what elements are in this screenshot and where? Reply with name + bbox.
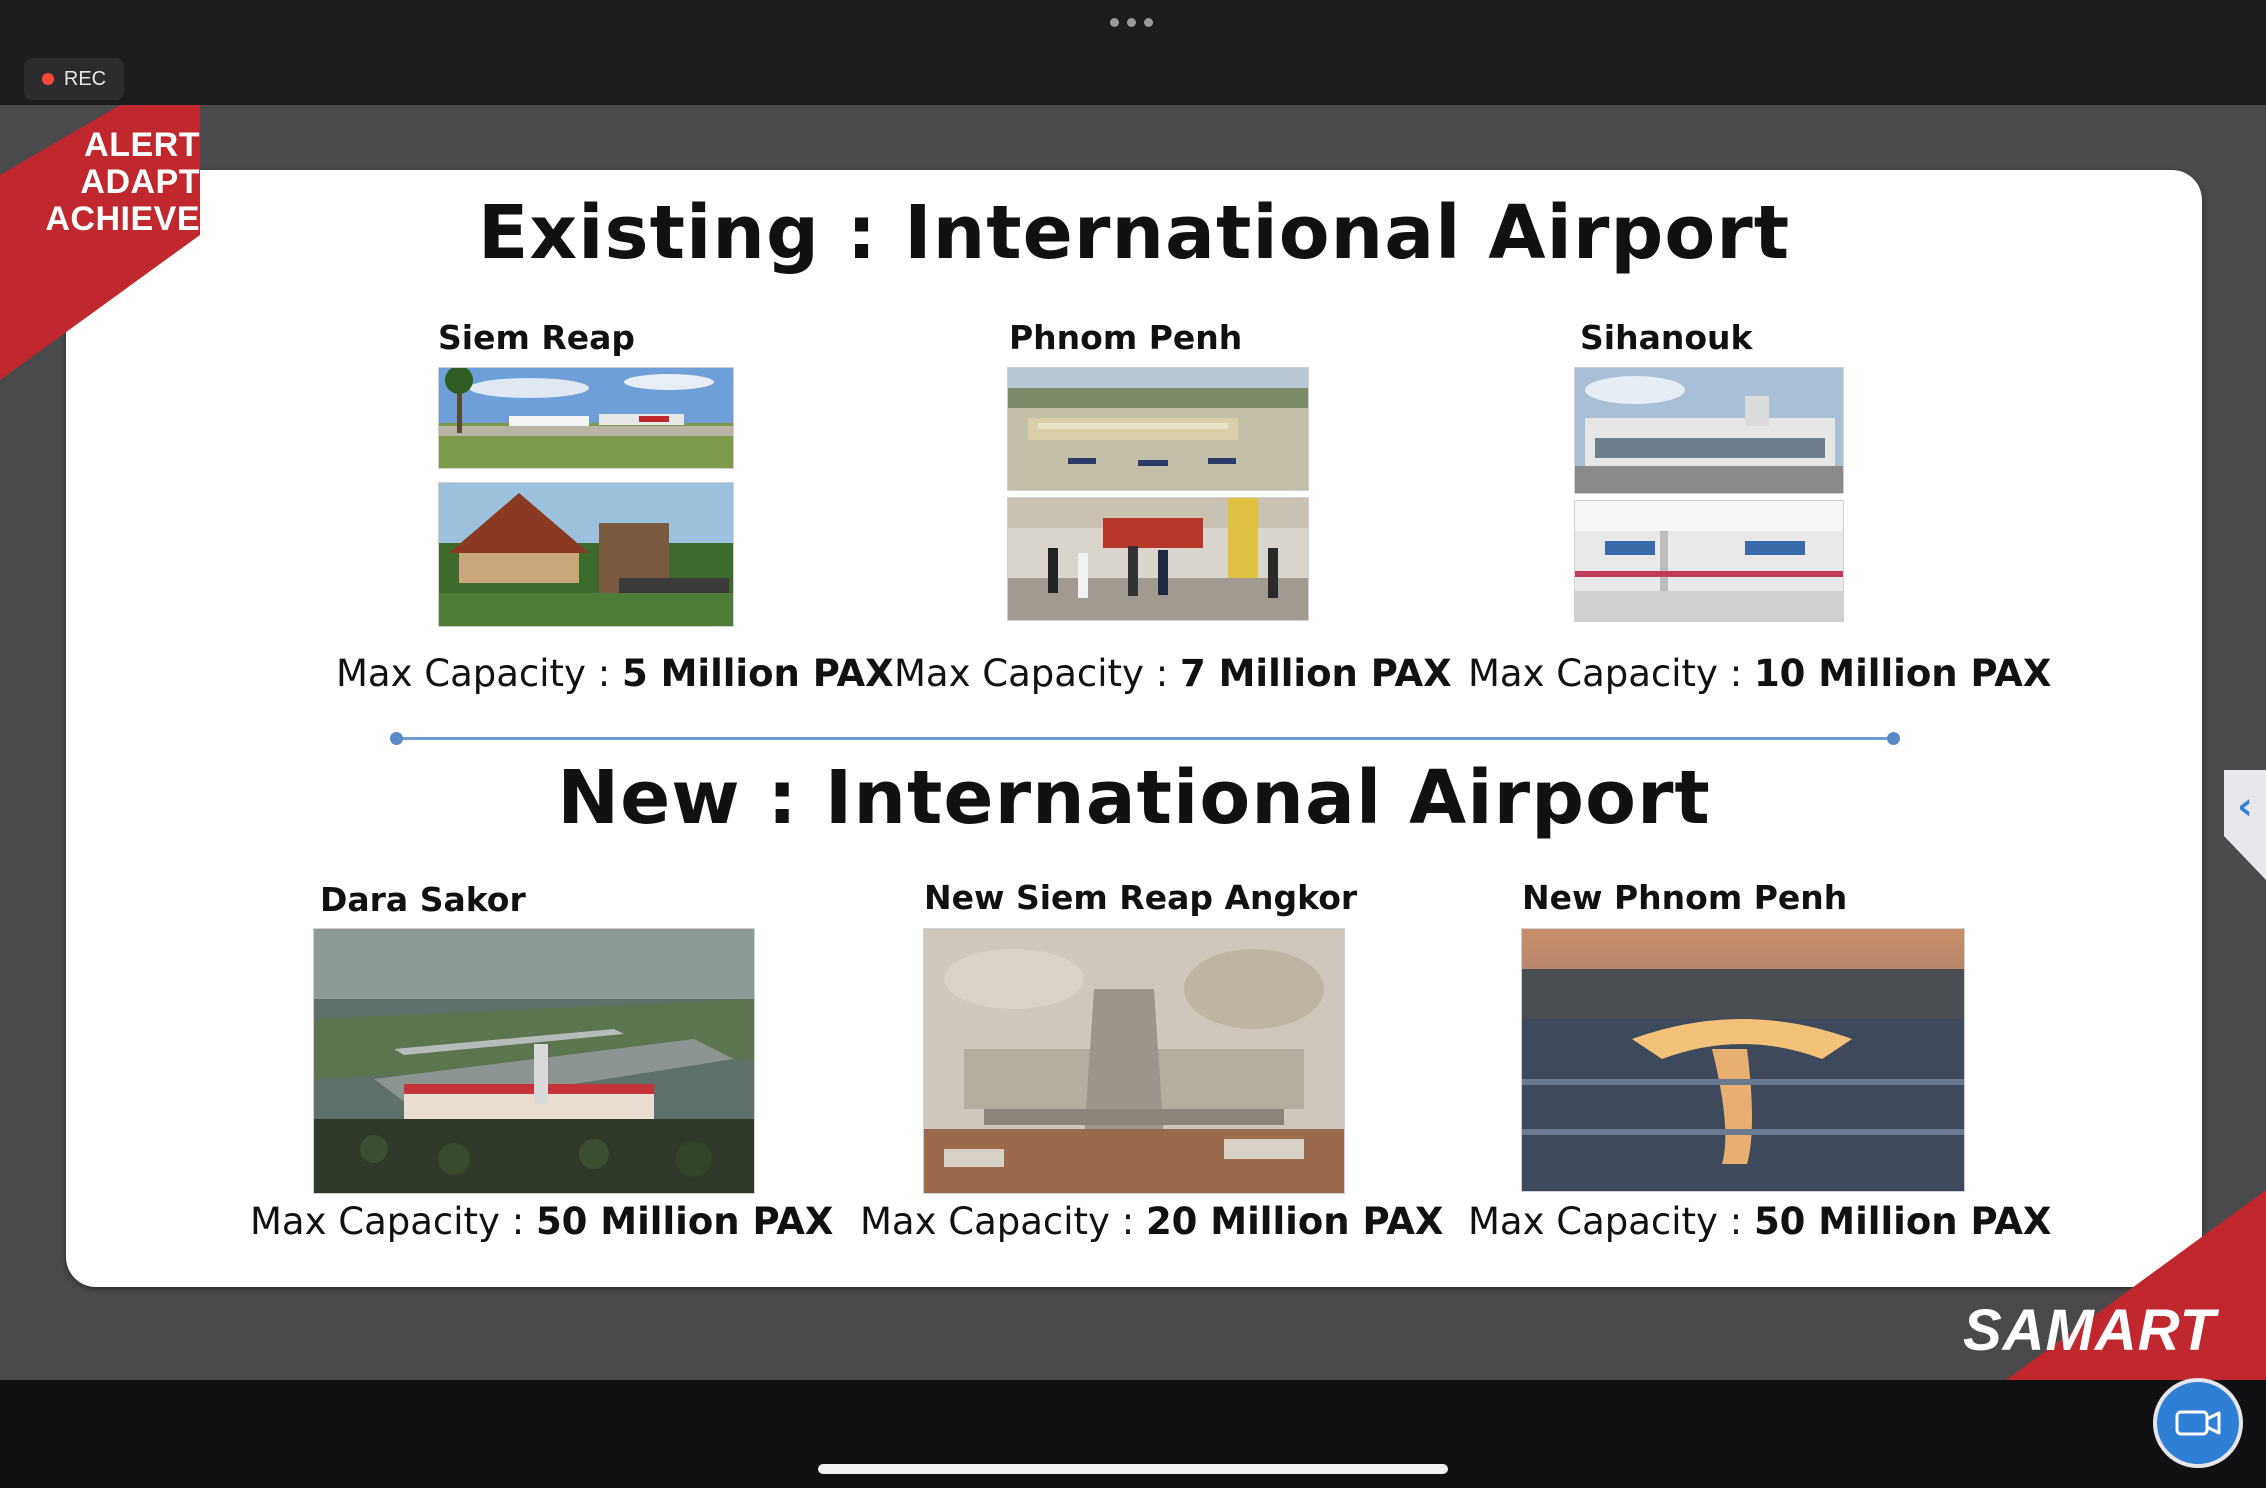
dot bbox=[1110, 18, 1119, 27]
home-indicator[interactable] bbox=[818, 1464, 1448, 1474]
capacity-label: Max Capacity : bbox=[860, 1200, 1146, 1243]
more-dots-icon[interactable] bbox=[1110, 18, 1153, 27]
sihanouk-terminal-photo bbox=[1574, 367, 1844, 494]
siem-reap-runway-photo bbox=[438, 367, 734, 469]
banner-text: ALERT ADAPT ACHIEVE bbox=[30, 127, 200, 238]
banner-line: ADAPT bbox=[80, 163, 200, 201]
capacity-value: 50 Million PAX bbox=[1753, 1200, 2052, 1243]
airport-name-phnom-penh: Phnom Penh bbox=[1009, 318, 1243, 357]
capacity-label: Max Capacity : bbox=[250, 1200, 536, 1243]
banner-line: ACHIEVE bbox=[45, 200, 200, 238]
capacity-label: Max Capacity : bbox=[894, 652, 1180, 695]
siem-reap-terminal-photo bbox=[438, 482, 734, 627]
brand-logo: SAMART bbox=[1962, 1298, 2216, 1363]
phnom-penh-hall-photo bbox=[1007, 497, 1309, 621]
dara-sakor-render-photo bbox=[313, 928, 755, 1194]
capacity-new-phnom-penh: Max Capacity : 50 Million PAX bbox=[1468, 1200, 2051, 1243]
airport-name-new-phnom-penh: New Phnom Penh bbox=[1522, 878, 1848, 917]
new-heading: New : International Airport bbox=[557, 755, 1711, 841]
capacity-value: 10 Million PAX bbox=[1753, 652, 2052, 695]
top-bar: REC bbox=[0, 0, 2266, 105]
recording-dot-icon bbox=[41, 73, 54, 85]
capacity-label: Max Capacity : bbox=[1468, 652, 1754, 695]
recording-label: REC bbox=[63, 67, 107, 90]
airport-name-sihanouk: Sihanouk bbox=[1580, 318, 1753, 357]
capacity-dara-sakor: Max Capacity : 50 Million PAX bbox=[250, 1200, 833, 1243]
capacity-value: 50 Million PAX bbox=[535, 1200, 834, 1243]
dot bbox=[1127, 18, 1136, 27]
capacity-value: 7 Million PAX bbox=[1179, 652, 1452, 695]
airport-name-siem-reap: Siem Reap bbox=[438, 318, 636, 357]
chevron-left-icon: ‹ bbox=[2237, 784, 2253, 828]
sihanouk-hall-photo bbox=[1574, 500, 1844, 622]
existing-heading: Existing : International Airport bbox=[477, 190, 1791, 276]
banner-line: ALERT bbox=[84, 126, 200, 164]
capacity-phnom-penh: Max Capacity : 7 Million PAX bbox=[894, 652, 1452, 695]
slide: Existing : International Airport Siem Re… bbox=[66, 170, 2202, 1287]
capacity-new-siem-reap-angkor: Max Capacity : 20 Million PAX bbox=[860, 1200, 1443, 1243]
airport-name-new-siem-reap-angkor: New Siem Reap Angkor bbox=[924, 878, 1358, 917]
capacity-value: 20 Million PAX bbox=[1145, 1200, 1444, 1243]
video-camera-button[interactable] bbox=[2153, 1378, 2243, 1468]
video-camera-icon bbox=[2175, 1410, 2221, 1436]
new-siem-reap-construction-photo bbox=[923, 928, 1345, 1194]
capacity-value: 5 Million PAX bbox=[621, 652, 894, 695]
capacity-label: Max Capacity : bbox=[336, 652, 622, 695]
new-phnom-penh-render-photo bbox=[1521, 928, 1965, 1192]
recording-badge: REC bbox=[24, 58, 124, 100]
capacity-label: Max Capacity : bbox=[1468, 1200, 1754, 1243]
capacity-siem-reap: Max Capacity : 5 Million PAX bbox=[336, 652, 894, 695]
capacity-sihanouk: Max Capacity : 10 Million PAX bbox=[1468, 652, 2051, 695]
section-divider bbox=[390, 732, 1900, 745]
presentation-stage: Existing : International Airport Siem Re… bbox=[0, 105, 2266, 1380]
side-panel-tab[interactable]: ‹ bbox=[2224, 770, 2266, 880]
dot bbox=[1144, 18, 1153, 27]
airport-name-dara-sakor: Dara Sakor bbox=[320, 880, 526, 919]
phnom-penh-aerial-photo bbox=[1007, 367, 1309, 491]
